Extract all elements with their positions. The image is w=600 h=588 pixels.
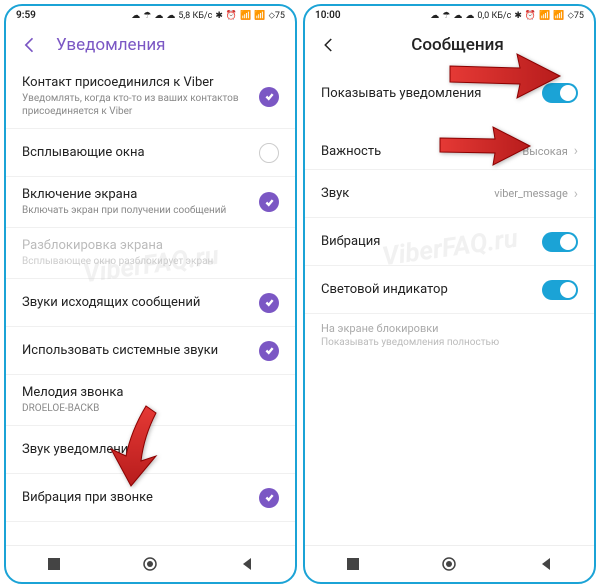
row-title: Контакт присоединился к Viber	[22, 75, 259, 90]
settings-list: Показывать уведомления Важность Высокая ›…	[305, 65, 594, 545]
page-title: Уведомления	[56, 35, 166, 55]
setting-row[interactable]: Показывать уведомления	[305, 65, 594, 121]
setting-row[interactable]: Звуки исходящих сообщений	[6, 279, 295, 327]
setting-row[interactable]: Световой индикатор	[305, 266, 594, 314]
status-time: 9:59	[16, 10, 36, 21]
row-subtitle: Включать экран при получении сообщений	[22, 204, 259, 217]
setting-row[interactable]: Важность Высокая ›	[305, 121, 594, 170]
section-sublabel: Показывать уведомления полностью	[305, 337, 594, 356]
checkmark-icon[interactable]	[259, 192, 279, 212]
header: Сообщения	[305, 25, 594, 65]
setting-row[interactable]: Использовать системные звуки	[6, 327, 295, 375]
setting-row[interactable]: Разблокировка экрана Всплывающее окно раз…	[6, 228, 295, 279]
phone-left: 9:59 ☁☂☁☁ 5,8 КБ/с ✱⏰📶📶 ⬦75 Уведомления …	[4, 4, 297, 584]
navbar	[6, 545, 295, 582]
toggle-switch[interactable]	[542, 280, 578, 300]
row-subtitle: Всплывающее окно разблокирует экран	[22, 255, 279, 268]
nav-home-icon[interactable]	[441, 556, 457, 572]
back-icon[interactable]	[319, 35, 339, 55]
header: Уведомления	[6, 25, 295, 65]
setting-row[interactable]: Вибрация	[305, 218, 594, 266]
row-title: Показывать уведомления	[321, 86, 542, 101]
status-time: 10:00	[315, 10, 341, 21]
toggle-switch[interactable]	[542, 83, 578, 103]
nav-recent-icon[interactable]	[345, 556, 361, 572]
setting-row[interactable]: Вибрация при звонке	[6, 474, 295, 522]
row-title: Мелодия звонка	[22, 385, 279, 400]
status-right: ☁☂☁☁ 5,8 КБ/с ✱⏰📶📶 ⬦75	[131, 11, 285, 21]
navbar	[305, 545, 594, 582]
row-value: viber_message	[494, 187, 568, 200]
row-value: Высокая	[522, 145, 567, 158]
row-title: Использовать системные звуки	[22, 343, 259, 358]
settings-list: Контакт присоединился к Viber Уведомлять,…	[6, 65, 295, 545]
row-title: Всплывающие окна	[22, 145, 259, 160]
setting-row[interactable]: Включение экрана Включать экран при получ…	[6, 177, 295, 228]
statusbar: 9:59 ☁☂☁☁ 5,8 КБ/с ✱⏰📶📶 ⬦75	[6, 6, 295, 25]
section-label: На экране блокировки	[305, 314, 594, 337]
back-icon[interactable]	[20, 35, 40, 55]
nav-back-icon[interactable]	[538, 556, 554, 572]
row-title: Вибрация при звонке	[22, 490, 259, 505]
setting-row[interactable]: Контакт присоединился к Viber Уведомлять,…	[6, 65, 295, 129]
chevron-right-icon: ›	[574, 143, 578, 159]
row-title: Звук	[321, 186, 494, 201]
checkmark-icon[interactable]	[259, 341, 279, 361]
status-right: ☁☂☁☁ 0,0 КБ/с ✱⏰📶📶 ⬦75	[430, 11, 584, 21]
row-title: Включение экрана	[22, 187, 259, 202]
checkmark-icon[interactable]	[259, 293, 279, 313]
setting-row[interactable]: Звук уведомления	[6, 426, 295, 474]
page-title: Сообщения	[355, 35, 560, 55]
phone-right: 10:00 ☁☂☁☁ 0,0 КБ/с ✱⏰📶📶 ⬦75 Сообщения П…	[303, 4, 596, 584]
nav-home-icon[interactable]	[142, 556, 158, 572]
row-title: Световой индикатор	[321, 282, 542, 297]
checkmark-icon[interactable]	[259, 488, 279, 508]
setting-row[interactable]: Мелодия звонка DROELOE-BACKB	[6, 375, 295, 426]
toggle-switch[interactable]	[542, 232, 578, 252]
checkbox-empty[interactable]	[259, 143, 279, 163]
checkmark-icon[interactable]	[259, 87, 279, 107]
row-title: Вибрация	[321, 234, 542, 249]
nav-recent-icon[interactable]	[46, 556, 62, 572]
row-title: Звуки исходящих сообщений	[22, 295, 259, 310]
row-title: Важность	[321, 144, 522, 159]
statusbar: 10:00 ☁☂☁☁ 0,0 КБ/с ✱⏰📶📶 ⬦75	[305, 6, 594, 25]
row-title: Разблокировка экрана	[22, 238, 279, 253]
setting-row[interactable]: Звук viber_message ›	[305, 170, 594, 218]
row-title: Звук уведомления	[22, 442, 279, 457]
nav-back-icon[interactable]	[239, 556, 255, 572]
chevron-right-icon: ›	[574, 186, 578, 202]
setting-row[interactable]: Всплывающие окна	[6, 129, 295, 177]
row-subtitle: Уведомлять, когда кто-то из ваших контак…	[22, 92, 259, 118]
row-subtitle: DROELOE-BACKB	[22, 402, 279, 415]
